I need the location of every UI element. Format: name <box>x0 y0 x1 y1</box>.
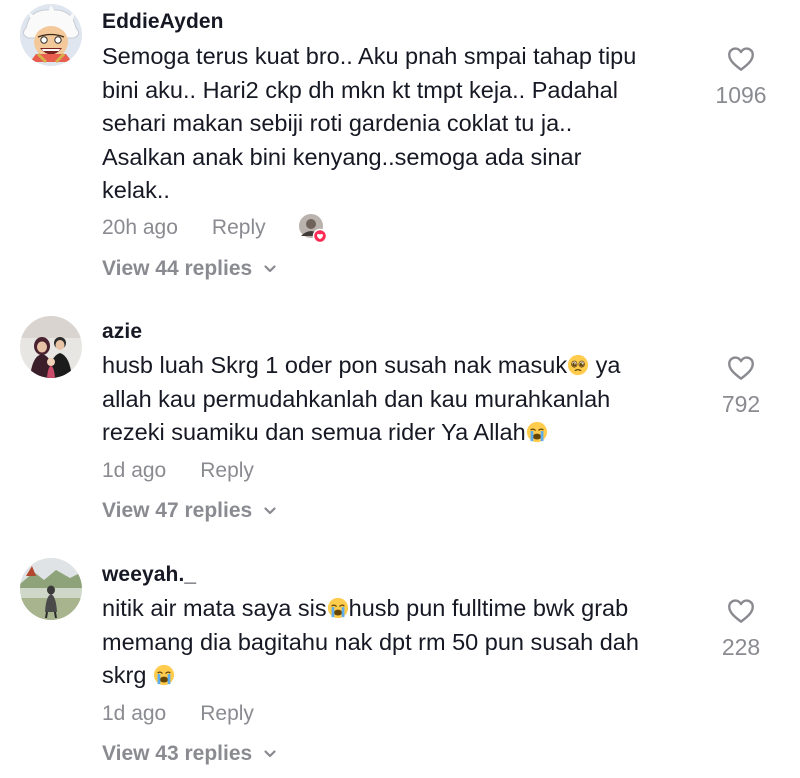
avatar[interactable] <box>20 316 82 378</box>
creator-liked-badge <box>299 214 328 244</box>
reply-button[interactable]: Reply <box>212 216 266 240</box>
username[interactable]: weeyah._ <box>102 563 196 587</box>
comment-meta: 1d ago Reply <box>102 702 254 726</box>
comment-text: husb luah Skrg 1 oder pon susah nak masu… <box>102 349 712 450</box>
view-replies-button[interactable]: View 43 replies <box>102 742 278 766</box>
comment-text-segment: husb luah Skrg 1 oder pon susah nak masu… <box>102 352 568 378</box>
reply-button[interactable]: Reply <box>200 459 254 483</box>
comment-meta: 1d ago Reply <box>102 459 254 483</box>
like-column: 792 <box>701 353 781 418</box>
like-count: 792 <box>721 391 761 417</box>
like-column: 1096 <box>701 44 781 109</box>
comment-meta: 20h ago Reply <box>102 216 266 240</box>
comment-text-segment: ya <box>589 352 621 378</box>
comment-text-line: kelak.. <box>102 177 170 203</box>
chevron-down-icon <box>262 503 278 519</box>
heart-outline-icon[interactable] <box>726 353 756 383</box>
heart-outline-icon[interactable] <box>726 44 756 74</box>
comment-text-line: rezeki suamiku dan semua rider Ya Allah <box>102 419 526 445</box>
username[interactable]: azie <box>102 320 142 344</box>
comment-text-line: bini aku.. Hari2 ckp dh mkn kt tmpt keja… <box>102 76 618 103</box>
heart-outline-icon[interactable] <box>726 596 756 626</box>
like-column: 228 <box>701 596 781 661</box>
comment-text-segment: husb pun fulltime bwk grab <box>348 595 629 621</box>
avatar[interactable] <box>20 558 82 620</box>
reply-button[interactable]: Reply <box>200 702 254 726</box>
username[interactable]: EddieAyden <box>102 10 224 34</box>
view-replies-button[interactable]: View 47 replies <box>102 499 278 523</box>
chevron-down-icon <box>262 261 278 277</box>
like-count: 228 <box>721 634 761 660</box>
view-replies-label: View 44 replies <box>102 257 253 280</box>
timestamp: 1d ago <box>102 459 167 482</box>
comment-text-line: Asalkan anak bini kenyang..semoga ada si… <box>102 143 582 170</box>
chevron-down-icon <box>262 746 278 762</box>
comment-text-line: sehari makan sebiji roti gardenia coklat… <box>102 110 573 136</box>
comment-text: nitik air mata saya sis husb pun fulltime… <box>102 592 712 693</box>
comment-text-line: memang dia bagitahu nak dpt rm 50 pun su… <box>102 628 639 655</box>
pleading-face-emoji-icon <box>567 354 589 376</box>
loudly-crying-face-emoji-icon <box>327 597 349 619</box>
timestamp: 20h ago <box>102 216 178 239</box>
view-replies-label: View 43 replies <box>102 742 253 765</box>
view-replies-label: View 47 replies <box>102 499 253 522</box>
loudly-crying-face-emoji-icon <box>153 664 175 686</box>
avatar[interactable] <box>20 4 82 66</box>
loudly-crying-face-emoji-icon <box>526 421 548 443</box>
comment-text-segment: nitik air mata saya sis <box>102 595 327 621</box>
comment-text-line: allah kau permudahkanlah dan kau murahka… <box>102 385 611 412</box>
comment-text: Semoga terus kuat bro.. Aku pnah smpai t… <box>102 40 712 208</box>
view-replies-button[interactable]: View 44 replies <box>102 257 278 281</box>
comment-text-line: Semoga terus kuat bro.. Aku pnah smpai t… <box>102 43 637 69</box>
comment-text-segment: skrg <box>102 662 153 688</box>
timestamp: 1d ago <box>102 702 167 725</box>
like-count: 1096 <box>715 82 767 108</box>
